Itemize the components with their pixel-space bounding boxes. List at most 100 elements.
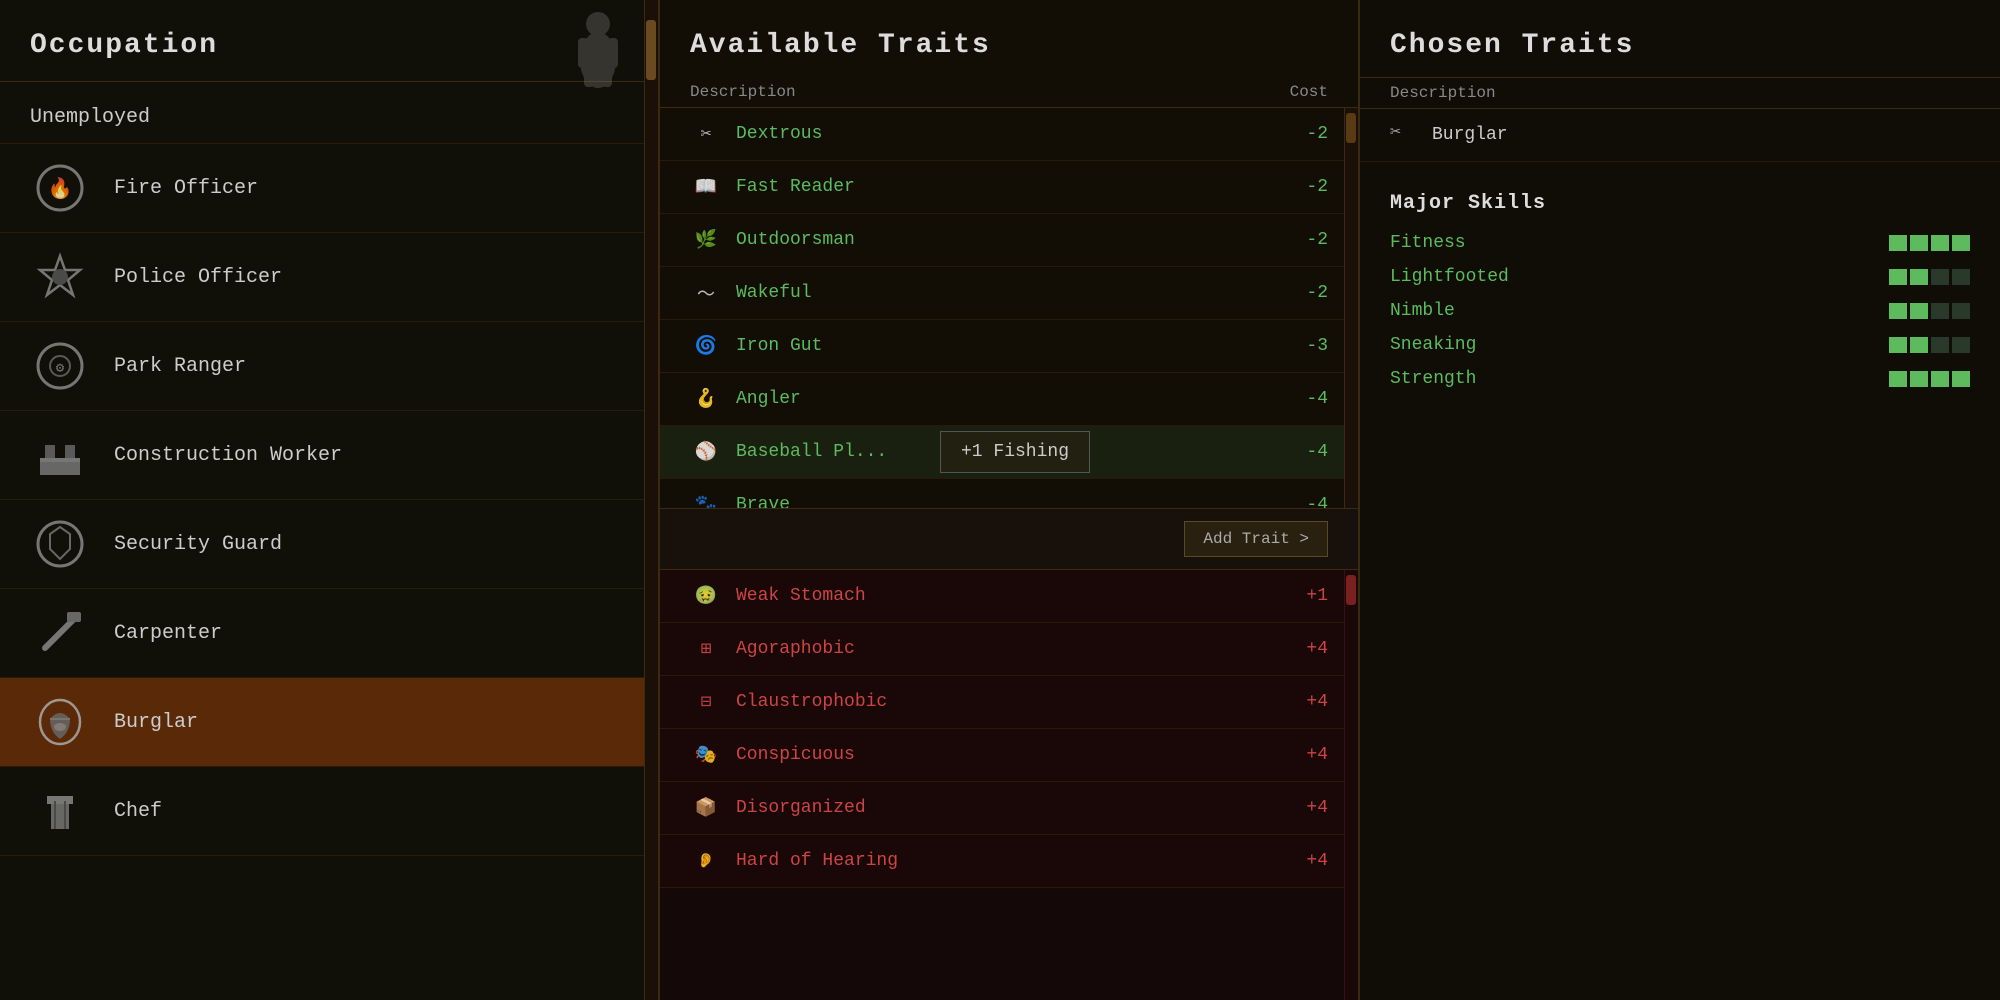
trait-icon-agoraphobic: ⊞ bbox=[690, 633, 722, 665]
trait-cost-hard-of-hearing: +4 bbox=[1288, 851, 1328, 871]
chosen-col-description: Description bbox=[1390, 84, 1496, 102]
skill-item-sneaking: Sneaking bbox=[1390, 335, 1970, 355]
trait-name-agoraphobic: Agoraphobic bbox=[736, 639, 1288, 659]
occupation-panel: Occupation Unemployed 🔥 Fire Officer Pol… bbox=[0, 0, 660, 1000]
skill-bar-sneaking-1 bbox=[1889, 337, 1907, 353]
trait-item-fast-reader[interactable]: 📖 Fast Reader -2 bbox=[660, 161, 1358, 214]
trait-icon-wakeful: 〜 bbox=[690, 277, 722, 309]
skill-bar-nimble-4 bbox=[1952, 303, 1970, 319]
positive-trait-scrollbar[interactable] bbox=[1344, 108, 1358, 508]
add-trait-button[interactable]: Add Trait > bbox=[1184, 521, 1328, 557]
skill-name-nimble: Nimble bbox=[1390, 301, 1889, 321]
traits-header: Available Traits bbox=[660, 0, 1358, 77]
skill-bars-lightfooted bbox=[1889, 269, 1970, 285]
negative-trait-scrollbar[interactable] bbox=[1344, 570, 1358, 1000]
occupation-item-police-officer[interactable]: Police Officer bbox=[0, 233, 658, 322]
skill-bar-nimble-1 bbox=[1889, 303, 1907, 319]
trait-item-dextrous[interactable]: ✂ Dextrous -2 bbox=[660, 108, 1358, 161]
trait-cost-dextrous: -2 bbox=[1288, 124, 1328, 144]
skill-bar-strength-3 bbox=[1931, 371, 1949, 387]
occupation-item-construction-worker[interactable]: Construction Worker bbox=[0, 411, 658, 500]
occ-icon-fire-officer: 🔥 bbox=[30, 158, 90, 218]
trait-icon-conspicuous: 🎭 bbox=[690, 739, 722, 771]
occ-icon-carpenter bbox=[30, 603, 90, 663]
skill-name-fitness: Fitness bbox=[1390, 233, 1889, 253]
trait-item-claustrophobic[interactable]: ⊟ Claustrophobic +4 bbox=[660, 676, 1358, 729]
trait-name-baseball-player: Baseball Pl... bbox=[736, 442, 1288, 462]
occupation-label-fire-officer: Fire Officer bbox=[114, 177, 258, 200]
svg-text:⚙: ⚙ bbox=[56, 361, 65, 377]
skill-bar-nimble-2 bbox=[1910, 303, 1928, 319]
trait-item-outdoorsman[interactable]: 🌿 Outdoorsman -2 bbox=[660, 214, 1358, 267]
occupation-item-carpenter[interactable]: Carpenter bbox=[0, 589, 658, 678]
positive-trait-list: ✂ Dextrous -2 📖 Fast Reader -2 🌿 Outdoor… bbox=[660, 108, 1358, 508]
occ-icon-police-officer bbox=[30, 247, 90, 307]
trait-name-disorganized: Disorganized bbox=[736, 798, 1288, 818]
chosen-trait-item-burglar[interactable]: ✂ Burglar bbox=[1360, 109, 2000, 162]
trait-item-wakeful[interactable]: 〜 Wakeful -2 bbox=[660, 267, 1358, 320]
major-skills-section: Major Skills Fitness Lightfooted Nimble bbox=[1360, 192, 2000, 403]
occ-icon-park-ranger: ⚙ bbox=[30, 336, 90, 396]
positive-scrollbar-thumb[interactable] bbox=[1346, 113, 1356, 143]
trait-cost-weak-stomach: +1 bbox=[1288, 586, 1328, 606]
skill-bars-sneaking bbox=[1889, 337, 1970, 353]
skill-item-lightfooted: Lightfooted bbox=[1390, 267, 1970, 287]
trait-item-agoraphobic[interactable]: ⊞ Agoraphobic +4 bbox=[660, 623, 1358, 676]
trait-item-hard-of-hearing[interactable]: 👂 Hard of Hearing +4 bbox=[660, 835, 1358, 888]
occupation-item-chef[interactable]: Chef bbox=[0, 767, 658, 856]
add-trait-bar: Add Trait > bbox=[660, 508, 1358, 570]
trait-icon-angler: 🪝 bbox=[690, 383, 722, 415]
trait-icon-baseball-player: ⚾ bbox=[690, 436, 722, 468]
trait-cost-iron-gut: -3 bbox=[1288, 336, 1328, 356]
skill-name-lightfooted: Lightfooted bbox=[1390, 267, 1889, 287]
trait-item-brave[interactable]: 🐾 Brave -4 bbox=[660, 479, 1358, 508]
trait-name-fast-reader: Fast Reader bbox=[736, 177, 1288, 197]
trait-item-iron-gut[interactable]: 🌀 Iron Gut -3 bbox=[660, 320, 1358, 373]
trait-name-brave: Brave bbox=[736, 495, 1288, 508]
occupation-item-park-ranger[interactable]: ⚙ Park Ranger bbox=[0, 322, 658, 411]
skill-bar-fitness-2 bbox=[1910, 235, 1928, 251]
occupation-item-fire-officer[interactable]: 🔥 Fire Officer bbox=[0, 144, 658, 233]
occupation-scrollbar-thumb[interactable] bbox=[646, 20, 656, 80]
skill-name-strength: Strength bbox=[1390, 369, 1889, 389]
trait-icon-claustrophobic: ⊟ bbox=[690, 686, 722, 718]
occupation-label-unemployed: Unemployed bbox=[30, 106, 150, 129]
skill-bar-fitness-1 bbox=[1889, 235, 1907, 251]
trait-icon-weak-stomach: 🤢 bbox=[690, 580, 722, 612]
skill-bar-lightfooted-4 bbox=[1952, 269, 1970, 285]
trait-icon-brave: 🐾 bbox=[690, 489, 722, 508]
trait-item-disorganized[interactable]: 📦 Disorganized +4 bbox=[660, 782, 1358, 835]
occupation-item-burglar[interactable]: Burglar bbox=[0, 678, 658, 767]
skill-bar-nimble-3 bbox=[1931, 303, 1949, 319]
trait-icon-dextrous: ✂ bbox=[690, 118, 722, 150]
skill-bar-sneaking-2 bbox=[1910, 337, 1928, 353]
trait-cost-baseball-player: -4 bbox=[1288, 442, 1328, 462]
trait-item-baseball-player[interactable]: ⚾ Baseball Pl... -4 +1 Fishing bbox=[660, 426, 1358, 479]
occ-icon-security-guard bbox=[30, 514, 90, 574]
trait-cost-disorganized: +4 bbox=[1288, 798, 1328, 818]
trait-name-iron-gut: Iron Gut bbox=[736, 336, 1288, 356]
svg-text:🔥: 🔥 bbox=[48, 176, 73, 202]
trait-item-angler[interactable]: 🪝 Angler -4 bbox=[660, 373, 1358, 426]
occ-icon-construction-worker bbox=[30, 425, 90, 485]
occupation-item-unemployed[interactable]: Unemployed bbox=[0, 92, 658, 144]
trait-item-conspicuous[interactable]: 🎭 Conspicuous +4 bbox=[660, 729, 1358, 782]
occupation-label-construction-worker: Construction Worker bbox=[114, 444, 342, 467]
skill-bars-fitness bbox=[1889, 235, 1970, 251]
trait-icon-disorganized: 📦 bbox=[690, 792, 722, 824]
skill-bar-strength-1 bbox=[1889, 371, 1907, 387]
skill-item-fitness: Fitness bbox=[1390, 233, 1970, 253]
skill-bar-sneaking-4 bbox=[1952, 337, 1970, 353]
occupation-item-security-guard[interactable]: Security Guard bbox=[0, 500, 658, 589]
skill-bar-sneaking-3 bbox=[1931, 337, 1949, 353]
trait-cost-angler: -4 bbox=[1288, 389, 1328, 409]
traits-panel: Available Traits Description Cost ✂ Dext… bbox=[660, 0, 1360, 1000]
traits-col-headers: Description Cost bbox=[660, 77, 1358, 108]
skill-item-nimble: Nimble bbox=[1390, 301, 1970, 321]
negative-scrollbar-thumb[interactable] bbox=[1346, 575, 1356, 605]
trait-cost-fast-reader: -2 bbox=[1288, 177, 1328, 197]
trait-item-weak-stomach[interactable]: 🤢 Weak Stomach +1 bbox=[660, 570, 1358, 623]
skill-bars-strength bbox=[1889, 371, 1970, 387]
occupation-scrollbar[interactable] bbox=[644, 0, 658, 1000]
occupation-label-chef: Chef bbox=[114, 800, 162, 823]
